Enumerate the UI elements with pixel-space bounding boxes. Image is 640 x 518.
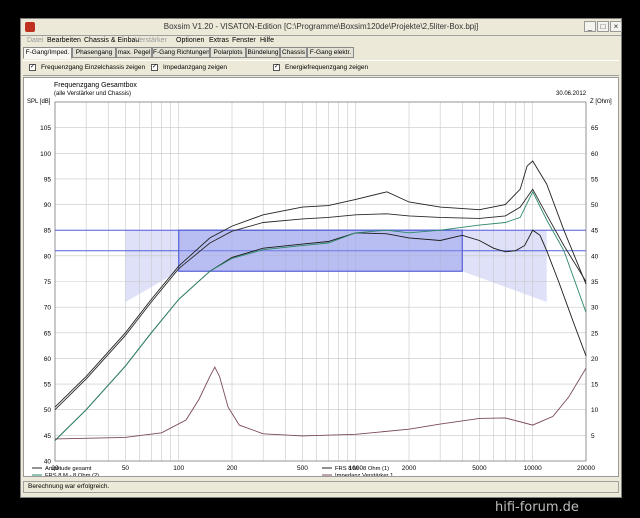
y2-tick-label: 5: [591, 433, 595, 440]
x-tick-label: 500: [297, 465, 308, 472]
y2-tick-label: 55: [591, 176, 599, 183]
x-tick-label: 10000: [524, 465, 542, 472]
y-tick-label: 50: [44, 407, 52, 414]
y2-tick-label: 15: [591, 382, 599, 389]
tab-polarplots[interactable]: Polarplots: [210, 47, 246, 58]
tab-fgang-imped[interactable]: F-Gang/Imped.: [23, 47, 72, 59]
y2-tick-label: 20: [591, 356, 599, 363]
checkbox-energie-label[interactable]: Energiefrequenzgang zeigen: [285, 64, 368, 71]
x-tick-label: 20000: [577, 465, 595, 472]
checkbox-einzelchassis-label[interactable]: Frequenzgang Einzelchassis zeigen: [41, 64, 145, 71]
maximize-button[interactable]: □: [597, 21, 609, 32]
checkbox-einzelchassis-box[interactable]: ✓: [29, 64, 36, 71]
y-tick-label: 80: [44, 253, 52, 260]
menu-optionen[interactable]: Optionen: [176, 37, 204, 44]
menu-verstaerker[interactable]: Verstärker: [135, 37, 167, 44]
y-tick-label: 60: [44, 356, 52, 363]
watermark-text: hifi-forum.de: [495, 500, 579, 515]
plot-panel: Frequenzgang Gesamtbox (alle Verstärker …: [23, 77, 619, 477]
y-tick-label: 105: [40, 125, 51, 132]
menu-bar: Datei Bearbeiten Chassis & Einbau Verstä…: [21, 36, 621, 47]
y-tick-label: 55: [44, 382, 52, 389]
y-tick-label: 40: [44, 459, 52, 466]
title-bar[interactable]: Boxsim V1.20 - VISATON-Edition [C:\Progr…: [21, 19, 622, 36]
menu-hilfe[interactable]: Hilfe: [260, 37, 274, 44]
y-tick-label: 85: [44, 228, 52, 235]
app-window: Boxsim V1.20 - VISATON-Edition [C:\Progr…: [20, 18, 622, 498]
y2-tick-label: 10: [591, 407, 599, 414]
display-options: ✓ Frequenzgang Einzelchassis zeigen ✓ Im…: [23, 60, 619, 76]
y-tick-label: 70: [44, 305, 52, 312]
menu-bearbeiten[interactable]: Bearbeiten: [47, 37, 81, 44]
y2-tick-label: 40: [591, 253, 599, 260]
tab-phasengang[interactable]: Phasengang: [72, 47, 116, 58]
y-tick-label: 65: [44, 330, 52, 337]
menu-chassis-einbau[interactable]: Chassis & Einbau: [84, 37, 139, 44]
y2-tick-label: 60: [591, 151, 599, 158]
x-tick-label: 100: [173, 465, 184, 472]
menu-fenster[interactable]: Fenster: [232, 37, 256, 44]
series-line-4: [54, 366, 587, 440]
x-tick-label: 5000: [472, 465, 487, 472]
y2-tick-label: 35: [591, 279, 599, 286]
menu-extras[interactable]: Extras: [209, 37, 229, 44]
checkbox-impedanz-box[interactable]: ✓: [151, 64, 158, 71]
y2-tick-label: 65: [591, 125, 599, 132]
legend-label: Impedanz Verstärker 1: [335, 473, 393, 476]
checkbox-impedanz-label[interactable]: Impedanzgang zeigen: [163, 64, 227, 71]
y-tick-label: 90: [44, 202, 52, 209]
minimize-button[interactable]: _: [584, 21, 596, 32]
x-tick-label: 50: [122, 465, 130, 472]
y-tick-label: 75: [44, 279, 52, 286]
status-text: Berechnung war erfolgreich.: [28, 483, 110, 490]
y2-tick-label: 45: [591, 228, 599, 235]
tab-buendelung[interactable]: Bündelung: [246, 47, 280, 58]
y-tick-label: 95: [44, 176, 52, 183]
legend-label: FRS 8 M - 8 Ohm (2): [45, 473, 99, 476]
y-tick-label: 45: [44, 433, 52, 440]
legend-label: FRS 8 M - 8 Ohm (1): [335, 466, 389, 472]
status-bar: Berechnung war erfolgreich.: [23, 481, 619, 493]
tab-max-pegel[interactable]: max. Pegel: [116, 47, 152, 58]
legend-label: Amplitude gesamt: [45, 466, 92, 472]
window-title: Boxsim V1.20 - VISATON-Edition [C:\Progr…: [163, 22, 479, 31]
y-tick-label: 100: [40, 151, 51, 158]
series-line-2: [54, 190, 587, 441]
close-button[interactable]: ×: [610, 21, 622, 32]
menu-datei[interactable]: Datei: [27, 37, 43, 44]
y2-tick-label: 30: [591, 305, 599, 312]
tab-fgang-elektr[interactable]: F-Gang elektr.: [307, 47, 354, 58]
tab-fgang-richtungen[interactable]: F-Gang Richtungen: [152, 47, 210, 58]
tab-chassis[interactable]: Chassis: [280, 47, 307, 58]
frequency-response-chart[interactable]: 20 50 100 200 500 1000 2000 5000 10000 2000040455…: [24, 78, 618, 476]
x-tick-label: 200: [227, 465, 238, 472]
y2-tick-label: 50: [591, 202, 599, 209]
x-tick-label: 2000: [402, 465, 417, 472]
checkbox-energie-box[interactable]: ✓: [273, 64, 280, 71]
y2-tick-label: 25: [591, 330, 599, 337]
